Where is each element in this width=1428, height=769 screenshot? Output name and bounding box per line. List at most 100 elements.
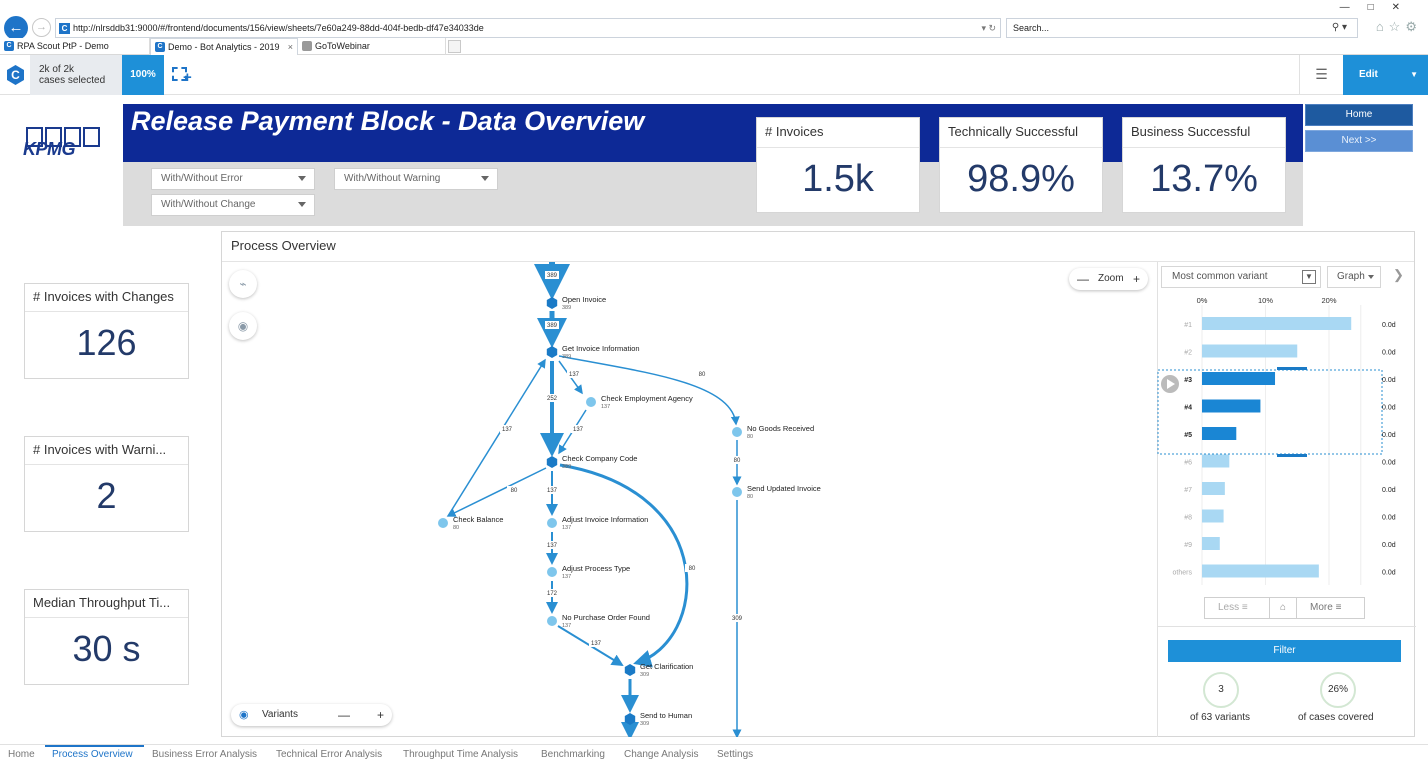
process-node[interactable]: Get Invoice Information389: [546, 344, 640, 360]
close-tab-icon[interactable]: ×: [288, 39, 293, 55]
process-node[interactable]: Check Employment Agency137: [586, 394, 693, 410]
variant-bar[interactable]: [1202, 317, 1352, 330]
process-node-hexagon: [624, 713, 636, 725]
variants-minus-button[interactable]: —: [338, 704, 350, 726]
zoom-in-button[interactable]: +: [1133, 268, 1140, 290]
kpi-invoices[interactable]: # Invoices 1.5k: [756, 117, 920, 213]
variant-bar[interactable]: [1202, 454, 1230, 468]
filter-warning-dropdown[interactable]: With/Without Warning: [334, 168, 498, 190]
zoom-out-button[interactable]: —: [1077, 268, 1089, 290]
chevron-down-icon[interactable]: ▼: [1410, 55, 1418, 95]
variant-bar[interactable]: [1202, 509, 1224, 523]
kpi-technically-successful[interactable]: Technically Successful 98.9%: [939, 117, 1103, 213]
variant-label[interactable]: #3: [1184, 377, 1192, 384]
variant-bar-chart[interactable]: 0% 10% 20% #1 0.0d #2 0.0d #3 0.0d #4 0.0d #5 0.0d #…: [1157, 295, 1416, 591]
variants-plus-button[interactable]: +: [377, 704, 384, 726]
more-button[interactable]: More ≡: [1310, 598, 1341, 618]
process-node[interactable]: Adjust Process Type137: [547, 564, 630, 580]
process-node-count: 389: [562, 354, 571, 360]
less-button[interactable]: Less ≡: [1218, 598, 1248, 618]
process-node[interactable]: Check Company Code389: [546, 454, 638, 470]
kpi-label: Business Successful: [1131, 124, 1251, 139]
variant-label[interactable]: #5: [1184, 432, 1192, 439]
view-type-dropdown[interactable]: Graph: [1327, 266, 1381, 288]
variant-label[interactable]: #8: [1184, 515, 1192, 522]
hamburger-menu-icon[interactable]: ☰: [1299, 55, 1343, 95]
variant-label[interactable]: #6: [1184, 460, 1192, 467]
tab-benchmarking[interactable]: Benchmarking: [541, 749, 605, 760]
kpi-invoices-with-changes[interactable]: # Invoices with Changes 126: [24, 283, 189, 379]
process-node[interactable]: Send to Human309: [624, 711, 692, 727]
process-overview-panel: Process Overview 389 389 137 80 252 137 80 80 13…: [221, 231, 1416, 737]
address-bar[interactable]: C http://nlrsddb31:9000/#/frontend/docum…: [55, 18, 1001, 38]
variant-label[interactable]: #4: [1184, 405, 1192, 412]
edit-button[interactable]: Edit ▼: [1343, 55, 1428, 95]
process-graph[interactable]: 389 389 137 80 252 137 80 80 137 137 137 172 80 137 30…: [222, 262, 1156, 737]
variant-label[interactable]: #9: [1184, 542, 1192, 549]
variant-label[interactable]: #1: [1184, 322, 1192, 329]
process-node[interactable]: Adjust Invoice Information137: [547, 515, 648, 531]
play-icon[interactable]: [1161, 375, 1179, 393]
chevron-right-icon[interactable]: ❯: [1393, 267, 1404, 283]
variant-bar[interactable]: [1202, 537, 1220, 550]
variant-bar[interactable]: [1202, 372, 1276, 385]
variant-bar[interactable]: [1202, 399, 1261, 413]
edge-label: 137: [591, 641, 602, 647]
kpi-invoices-with-warnings[interactable]: # Invoices with Warni... 2: [24, 436, 189, 532]
filter-button[interactable]: Filter: [1168, 640, 1401, 662]
next-button[interactable]: Next >>: [1305, 130, 1413, 152]
kpi-business-successful[interactable]: Business Successful 13.7%: [1122, 117, 1286, 213]
throughput-tool-icon[interactable]: ⌁: [229, 270, 257, 298]
variant-label[interactable]: #2: [1184, 350, 1192, 357]
reset-home-icon[interactable]: ⌂: [1269, 598, 1297, 618]
tab-change-analysis[interactable]: Change Analysis: [624, 749, 699, 760]
selection-percent[interactable]: 100%: [122, 55, 164, 95]
tab-process-overview[interactable]: Process Overview: [52, 749, 133, 760]
edge-label: 252: [547, 396, 558, 402]
variant-label[interactable]: others: [1173, 570, 1193, 577]
process-node-circle: [586, 397, 596, 407]
process-edge: [558, 355, 740, 426]
window-controls[interactable]: —□✕: [1340, 2, 1418, 13]
kpi-label: Technically Successful: [948, 124, 1079, 139]
refresh-icon[interactable]: ▾ ↻: [981, 19, 996, 37]
kpi-value: 2: [96, 475, 117, 516]
variant-bar[interactable]: [1202, 427, 1237, 440]
hide-icon[interactable]: ◉: [229, 312, 257, 340]
tab-technical-error-analysis[interactable]: Technical Error Analysis: [276, 749, 382, 760]
browser-search-input[interactable]: Search... ⚲ ▾: [1006, 18, 1358, 38]
process-node[interactable]: Get Clarification309: [624, 662, 694, 678]
app-logo-icon[interactable]: C: [7, 65, 24, 85]
tab-throughput-time-analysis[interactable]: Throughput Time Analysis: [403, 749, 518, 760]
selection-handle-bottom[interactable]: [1277, 454, 1307, 457]
kpi-median-throughput-time[interactable]: Median Throughput Ti... 30 s: [24, 589, 189, 685]
process-node[interactable]: Send Updated Invoice80: [732, 484, 821, 500]
tab-home[interactable]: Home: [8, 749, 35, 760]
selection-handle-top[interactable]: [1277, 367, 1307, 370]
tab-settings[interactable]: Settings: [717, 749, 753, 760]
browser-tab-gotowebinar[interactable]: GoToWebinar: [298, 38, 446, 55]
process-node[interactable]: Open Invoice389: [546, 295, 606, 311]
less-more-control: Less ≡ ⌂ More ≡: [1204, 597, 1365, 619]
home-favorites-settings-icons[interactable]: ⌂☆⚙: [1376, 19, 1422, 35]
back-button[interactable]: ←: [4, 16, 28, 40]
process-node[interactable]: No Goods Received80: [732, 424, 814, 440]
forward-button[interactable]: →: [32, 18, 51, 37]
search-icon[interactable]: ⚲ ▾: [1332, 19, 1347, 37]
add-selection-icon[interactable]: +: [172, 66, 194, 86]
variant-bar[interactable]: [1202, 482, 1225, 495]
variant-bar[interactable]: [1202, 564, 1319, 578]
variant-label[interactable]: #7: [1184, 487, 1192, 494]
variant-sort-dropdown[interactable]: Most common variant ▼: [1161, 266, 1321, 288]
process-node[interactable]: No Purchase Order Found137: [547, 613, 650, 629]
browser-tab-bot-analytics[interactable]: C Demo - Bot Analytics - 2019 ×: [150, 38, 298, 55]
tab-business-error-analysis[interactable]: Business Error Analysis: [152, 749, 257, 760]
filter-change-dropdown[interactable]: With/Without Change: [151, 194, 315, 216]
home-button[interactable]: Home: [1305, 104, 1413, 126]
new-tab-button[interactable]: [448, 40, 461, 53]
cases-selected-box[interactable]: 2k of 2k cases selected: [30, 55, 122, 95]
filter-error-dropdown[interactable]: With/Without Error: [151, 168, 315, 190]
variant-bar[interactable]: [1202, 344, 1298, 358]
process-node[interactable]: Check Balance80: [438, 515, 503, 531]
browser-tab-rpa-scout[interactable]: C RPA Scout PtP - Demo: [0, 38, 150, 55]
